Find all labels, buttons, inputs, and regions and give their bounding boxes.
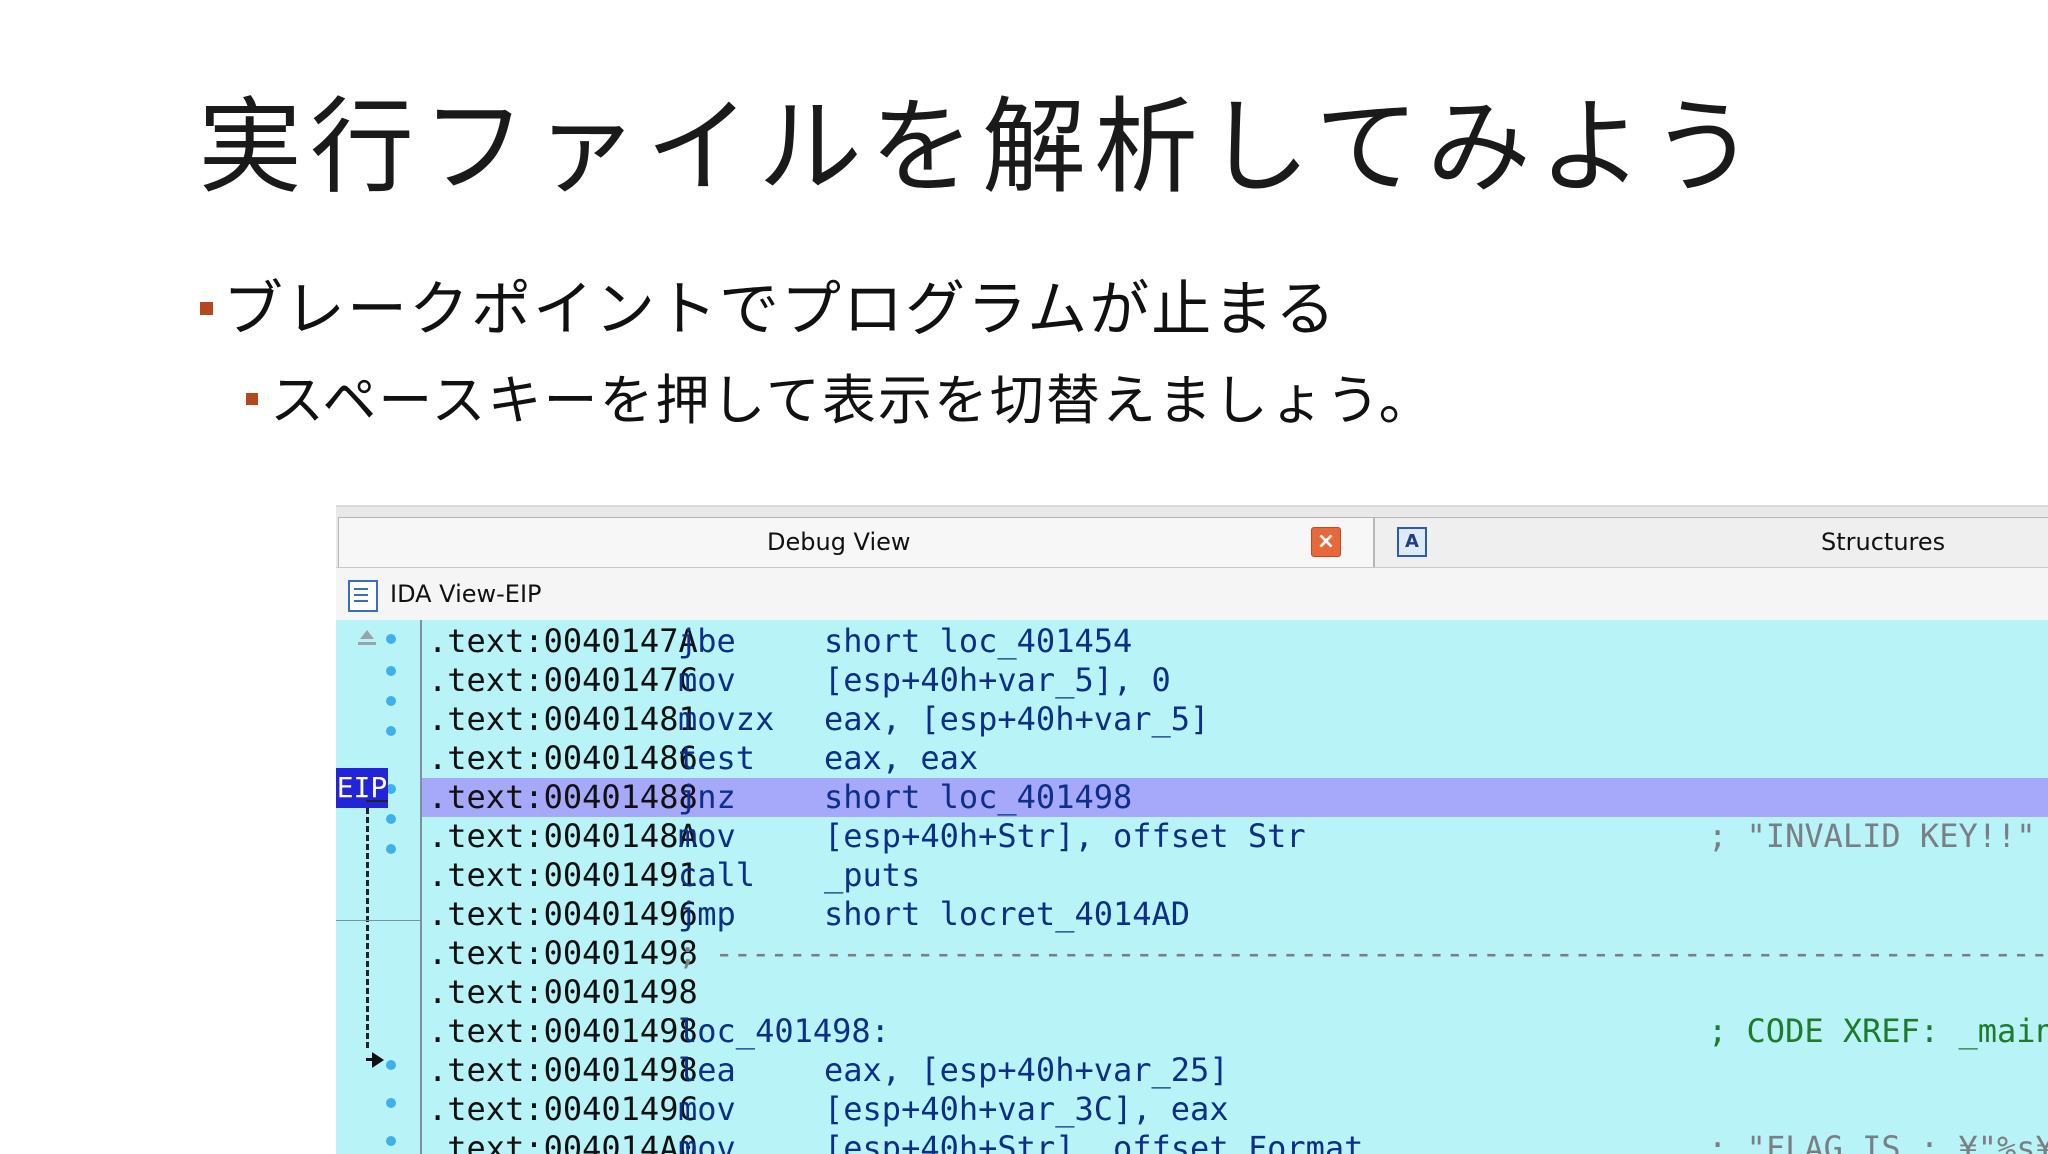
block-separator: [336, 920, 420, 921]
breakpoint-dot[interactable]: [386, 666, 396, 676]
address: .text:00401486: [428, 739, 698, 777]
breakpoint-dot[interactable]: [386, 1098, 396, 1108]
address: .text:00401498: [428, 1051, 698, 1089]
tab-label: Structures: [1821, 528, 1946, 556]
structures-icon: A: [1397, 527, 1427, 557]
view-title: IDA View-EIP: [390, 580, 542, 608]
address: .text:00401498: [428, 1012, 698, 1050]
operands: short loc_401454: [824, 622, 1133, 660]
operands: short loc_401498: [824, 778, 1133, 816]
code-line[interactable]: .text:0040147A jbe short loc_401454: [422, 622, 2048, 661]
branch-arrow-icon: [372, 1052, 384, 1068]
tab-debug-view[interactable]: Debug View ×: [338, 517, 1374, 568]
disassembly-view-icon: [348, 580, 378, 612]
tab-label: Debug View: [767, 528, 911, 556]
label: loc_401498:: [678, 1012, 890, 1050]
code-line[interactable]: .text:00401498 lea eax, [esp+40h+var_25]: [422, 1051, 2048, 1090]
breakpoint-dot[interactable]: [386, 726, 396, 736]
mnemonic: mov: [678, 661, 736, 699]
operands: _puts: [824, 856, 921, 894]
mnemonic: lea: [678, 1051, 736, 1089]
mnemonic: mov: [678, 1090, 736, 1128]
mnemonic: mov: [678, 817, 736, 855]
code-line[interactable]: .text:004014A0 mov [esp+40h+Str], offset…: [422, 1129, 2048, 1154]
bullet-square-icon: [246, 393, 258, 405]
address: .text:0040149C: [428, 1090, 698, 1128]
operands: [esp+40h+var_5], 0: [824, 661, 1171, 699]
address: .text:004014A0: [428, 1129, 698, 1154]
breakpoint-dot[interactable]: [386, 1136, 396, 1146]
bullet-text: ブレークポイントでプログラムが止まる: [223, 275, 1338, 345]
mnemonic: jmp: [678, 895, 736, 933]
operands: [esp+40h+var_3C], eax: [824, 1090, 1229, 1128]
code-line[interactable]: .text:00401498 loc_401498: ; CODE XREF: …: [422, 1012, 2048, 1051]
operands: short locret_4014AD: [824, 895, 1191, 933]
comment: ; CODE XREF: _main+C8↑j: [1708, 1012, 2048, 1050]
code-line[interactable]: .text:00401491 call _puts: [422, 856, 2048, 895]
code-line[interactable]: .text:00401481 movzx eax, [esp+40h+var_5…: [422, 700, 2048, 739]
breakpoint-dot[interactable]: [386, 844, 396, 854]
branch-line: [366, 800, 388, 802]
operands: eax, eax: [824, 739, 979, 777]
view-header: IDA View-EIP: [336, 567, 2048, 621]
mnemonic: jbe: [678, 622, 736, 660]
breakpoint-dot[interactable]: [386, 814, 396, 824]
mnemonic: movzx: [678, 700, 775, 738]
slide-title: 実行ファイルを解析してみよう: [198, 86, 1763, 208]
bullet-text: スペースキーを押して表示を切替えましょう。: [270, 369, 1435, 432]
operands: eax, [esp+40h+var_25]: [824, 1051, 1229, 1089]
mnemonic: mov: [678, 1129, 736, 1154]
bullet-item-2: スペースキーを押して表示を切替えましょう。: [246, 366, 1435, 436]
branch-line: [366, 808, 369, 1048]
address: .text:00401488: [428, 778, 698, 816]
code-line[interactable]: .text:00401498 ; -----------------------…: [422, 934, 2048, 973]
comment: ; "INVALID KEY!!": [1708, 817, 2036, 855]
code-line[interactable]: .text:00401496 jmp short locret_4014AD: [422, 895, 2048, 934]
code-line[interactable]: .text:0040147C mov [esp+40h+var_5], 0: [422, 661, 2048, 700]
gutter-marker: [358, 642, 376, 645]
address: .text:00401496: [428, 895, 698, 933]
address: .text:0040147C: [428, 661, 698, 699]
scroll-up-arrow-icon: [360, 630, 374, 639]
address: .text:00401498: [428, 934, 698, 972]
close-icon[interactable]: ×: [1311, 527, 1341, 557]
code-line[interactable]: .text:0040148A mov [esp+40h+Str], offset…: [422, 817, 2048, 856]
breakpoint-dot[interactable]: [386, 634, 396, 644]
ida-screenshot: Debug View × A Structures IDA View-EIP E…: [336, 505, 2048, 1154]
comment: ; "FLAG IS : ¥"%s¥"¥n": [1708, 1129, 2048, 1154]
breakpoint-dot[interactable]: [386, 1060, 396, 1070]
code-line[interactable]: .text:00401486 test eax, eax: [422, 739, 2048, 778]
bullet-square-icon: [200, 301, 213, 315]
tab-bar: Debug View × A Structures: [336, 507, 2048, 568]
code-line[interactable]: .text:00401498: [422, 973, 2048, 1012]
operands: [esp+40h+Str], offset Str: [824, 817, 1306, 855]
separator-line: ; --------------------------------------…: [678, 934, 2048, 972]
address: .text:0040147A: [428, 622, 698, 660]
bullet-item-1: ブレークポイントでプログラムが止まる: [200, 270, 1337, 350]
breakpoint-dot[interactable]: [386, 696, 396, 706]
mnemonic: call: [678, 856, 756, 894]
eip-marker: EIP: [336, 768, 388, 808]
tab-structures[interactable]: A Structures: [1374, 517, 2048, 568]
flow-gutter: EIP: [336, 620, 422, 1154]
disassembly-listing[interactable]: .text:0040147A jbe short loc_401454 .tex…: [422, 620, 2048, 1154]
address: .text:00401481: [428, 700, 698, 738]
operands: [esp+40h+Str], offset Format: [824, 1129, 1364, 1154]
address: .text:00401498: [428, 973, 698, 1011]
code-line-current[interactable]: .text:00401488 jnz short loc_401498: [422, 778, 2048, 817]
address: .text:0040148A: [428, 817, 698, 855]
address: .text:00401491: [428, 856, 698, 894]
mnemonic: jnz: [678, 778, 736, 816]
code-line[interactable]: .text:0040149C mov [esp+40h+var_3C], eax: [422, 1090, 2048, 1129]
operands: eax, [esp+40h+var_5]: [824, 700, 1210, 738]
mnemonic: test: [678, 739, 756, 777]
